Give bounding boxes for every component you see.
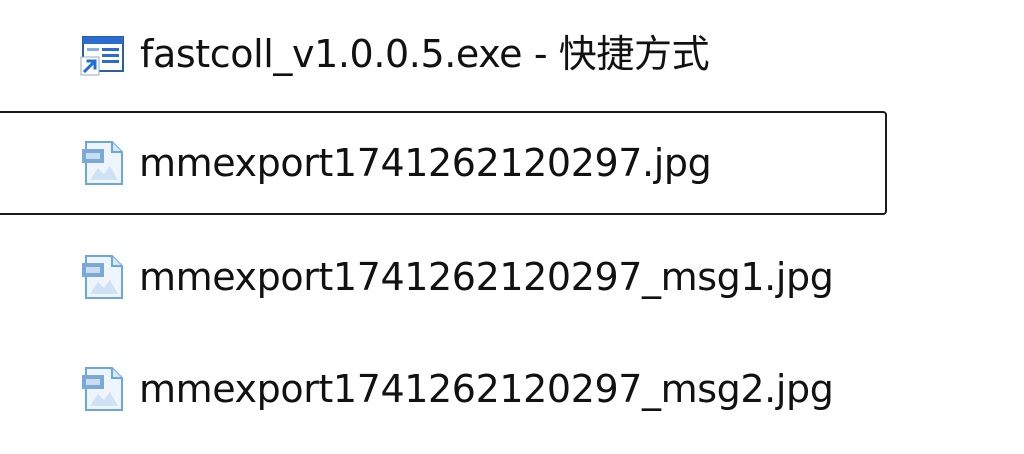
file-name: mmexport1741262120297_msg1.jpg	[139, 255, 834, 299]
file-name: fastcoll_v1.0.0.5.exe - 快捷方式	[140, 32, 710, 76]
jpg-file-icon	[82, 141, 123, 185]
jpg-file-icon	[82, 255, 123, 299]
file-item-mmexport-msg2-jpg[interactable]: mmexport1741262120297_msg2.jpg	[0, 337, 887, 441]
file-list: fastcoll_v1.0.0.5.exe - 快捷方式 mmexport174…	[0, 0, 1024, 454]
file-item-mmexport-msg1-jpg[interactable]: mmexport1741262120297_msg1.jpg	[0, 225, 887, 329]
file-item-fastcoll-shortcut[interactable]: fastcoll_v1.0.0.5.exe - 快捷方式	[0, 2, 887, 106]
jpg-file-icon	[82, 367, 123, 411]
file-name: mmexport1741262120297_msg2.jpg	[139, 367, 834, 411]
file-name: mmexport1741262120297.jpg	[139, 141, 712, 185]
shortcut-exe-icon	[80, 36, 124, 76]
file-item-mmexport-jpg[interactable]: mmexport1741262120297.jpg	[0, 111, 887, 215]
